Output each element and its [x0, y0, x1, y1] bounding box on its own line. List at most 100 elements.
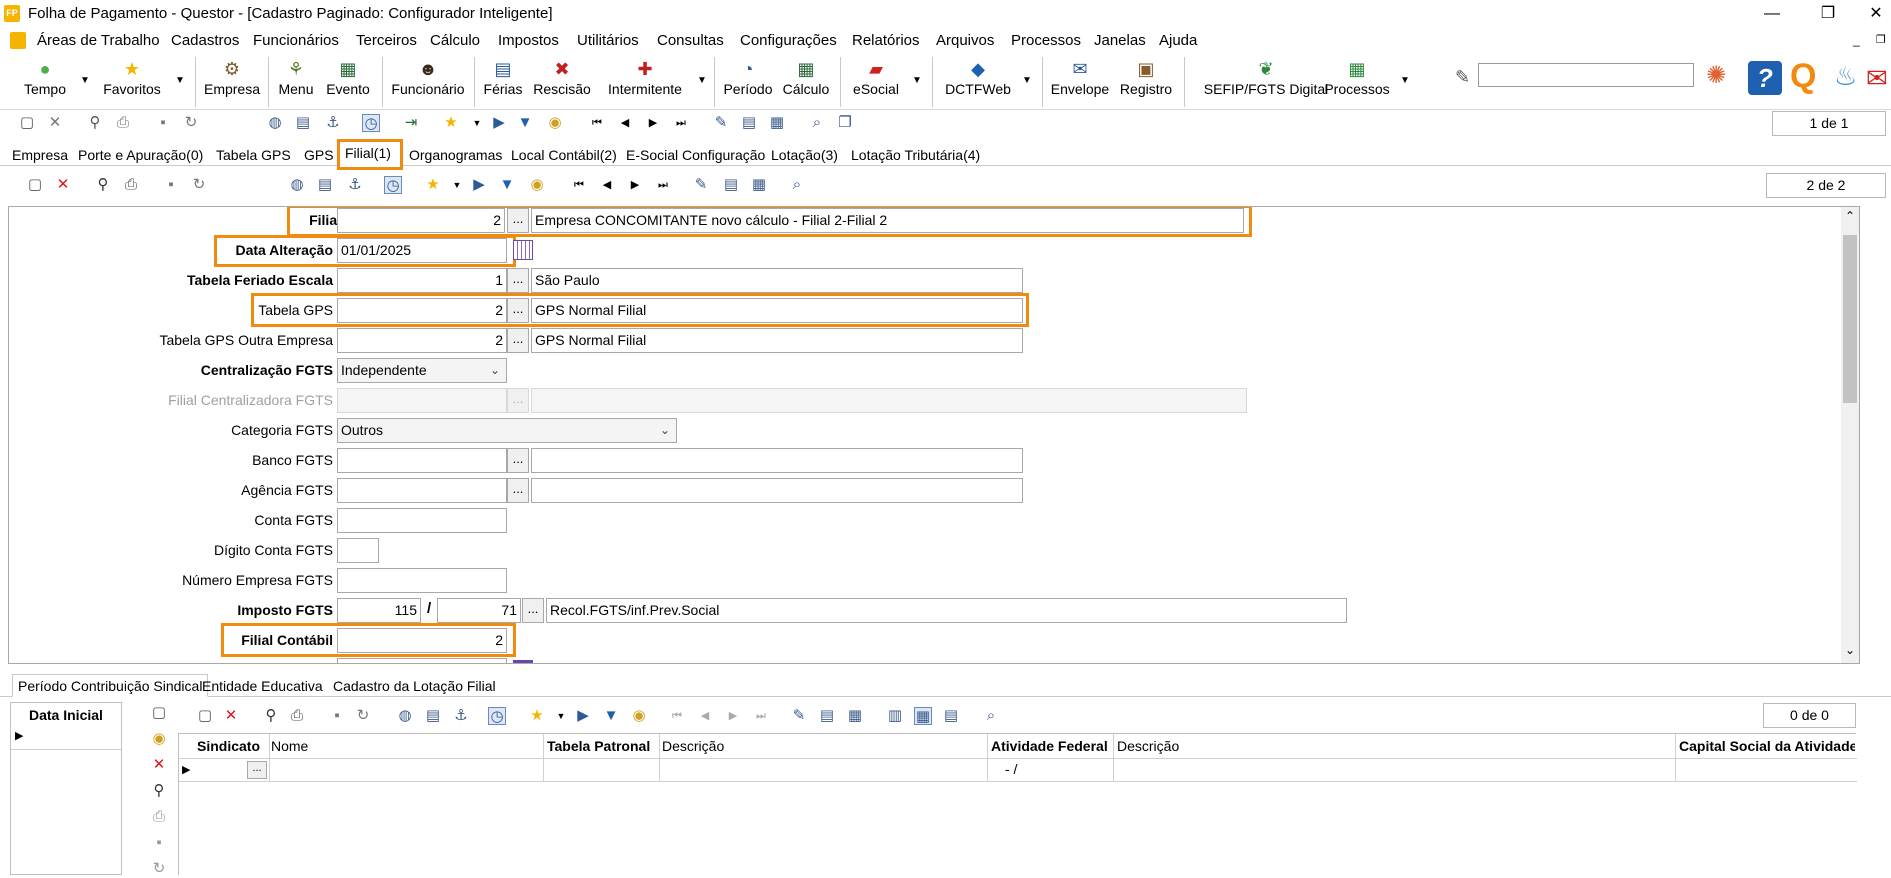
- agencia-code-field[interactable]: [337, 478, 507, 503]
- refresh-filter-icon[interactable]: ◉: [528, 176, 546, 194]
- imposto-code-field[interactable]: 115: [337, 598, 421, 623]
- tabela-feriado-lookup-button[interactable]: ...: [507, 268, 529, 293]
- close-button[interactable]: ✕: [1856, 2, 1891, 26]
- next-record-icon[interactable]: ▶: [626, 176, 644, 194]
- centralizacao-select[interactable]: Independente ⌄: [337, 358, 507, 383]
- scroll-down-icon[interactable]: ⌄: [1845, 643, 1855, 657]
- menu-areas-trabalho[interactable]: Áreas de Trabalho: [37, 32, 160, 49]
- tab-esocial-configuracao[interactable]: E-Social Configuração: [620, 143, 771, 166]
- print-icon[interactable]: ⎙: [288, 707, 306, 725]
- refresh-icon[interactable]: ↻: [182, 114, 200, 132]
- scroll-up-icon[interactable]: ⌃: [1845, 209, 1855, 223]
- save-icon[interactable]: ▪: [162, 176, 180, 194]
- grid-icon[interactable]: ▤: [316, 176, 334, 194]
- delete-record-icon[interactable]: ✕: [54, 176, 72, 194]
- preview-icon[interactable]: ⌕: [788, 176, 806, 194]
- prev-record-icon[interactable]: ◀: [598, 176, 616, 194]
- tab-entidade-educativa[interactable]: Entidade Educativa: [196, 674, 329, 697]
- save-icon[interactable]: ▪: [150, 834, 168, 852]
- banco-lookup-button[interactable]: ...: [507, 448, 529, 473]
- filter-icon[interactable]: ▼: [602, 707, 620, 725]
- filter-icon[interactable]: ▼: [498, 176, 516, 194]
- menu-arquivos[interactable]: Arquivos: [936, 32, 994, 49]
- tabela-gps-outra-code-field[interactable]: 2: [337, 328, 507, 353]
- tab-lotacao-tributaria[interactable]: Lotação Tributária(4): [845, 143, 986, 166]
- tabela-gps-lookup-button[interactable]: ...: [507, 298, 529, 323]
- ferias-button[interactable]: ▤ Férias: [480, 59, 526, 107]
- drop-icon[interactable]: ♨: [1834, 61, 1857, 92]
- tab-local-contabil[interactable]: Local Contábil(2): [505, 143, 623, 166]
- dctfweb-dropdown-icon[interactable]: ▼: [1022, 75, 1032, 86]
- banco-code-field[interactable]: [337, 448, 507, 473]
- last-record-icon[interactable]: ⏭: [752, 707, 770, 725]
- paint-icon[interactable]: ✎: [1455, 67, 1470, 88]
- scroll-thumb[interactable]: [1843, 235, 1857, 403]
- periodo-button[interactable]: ◔ Período: [720, 59, 776, 107]
- tab-organogramas[interactable]: Organogramas: [403, 143, 508, 166]
- delete-record-icon[interactable]: ✕: [46, 114, 64, 132]
- refresh-filter-icon[interactable]: ◉: [546, 114, 564, 132]
- new-record-icon[interactable]: ▢: [26, 176, 44, 194]
- tab-lotacao[interactable]: Lotação(3): [765, 143, 844, 166]
- data-alteracao-field[interactable]: 01/01/2025: [337, 238, 507, 263]
- find-icon[interactable]: ⚲: [86, 114, 104, 132]
- categoria-select[interactable]: Outros ⌄: [337, 418, 677, 443]
- agencia-lookup-button[interactable]: ...: [507, 478, 529, 503]
- menu-cadastros[interactable]: Cadastros: [171, 32, 239, 49]
- envelope-button[interactable]: ✉ Envelope: [1050, 59, 1110, 107]
- refresh-icon[interactable]: ↻: [150, 860, 168, 878]
- delete-record-icon[interactable]: ✕: [150, 756, 168, 774]
- help-icon[interactable]: ?: [1748, 61, 1782, 95]
- timer-icon[interactable]: ◷: [384, 176, 402, 194]
- conta-field[interactable]: [337, 508, 507, 533]
- menu-calculo[interactable]: Cálculo: [430, 32, 480, 49]
- filter-icon[interactable]: ▼: [516, 114, 534, 132]
- report-export-icon[interactable]: ▦: [768, 114, 786, 132]
- prev-record-icon[interactable]: ◀: [616, 114, 634, 132]
- tabela-gps-outra-lookup-button[interactable]: ...: [507, 328, 529, 353]
- funcionario-button[interactable]: ☻ Funcionário: [388, 59, 468, 107]
- bookmark-icon[interactable]: ▶: [470, 176, 488, 194]
- edit-icon[interactable]: ✎: [790, 707, 808, 725]
- toolbar-search-input[interactable]: [1478, 63, 1694, 87]
- edit-icon[interactable]: ✎: [712, 114, 730, 132]
- new-record-icon[interactable]: ▢: [18, 114, 36, 132]
- processos-dropdown-icon[interactable]: ▼: [1400, 75, 1410, 86]
- mail-icon[interactable]: ✉: [1866, 63, 1888, 94]
- next-record-icon[interactable]: ▶: [724, 707, 742, 725]
- mdi-minimize-icon[interactable]: _: [1853, 33, 1860, 47]
- evento-button[interactable]: ▦ Evento: [322, 59, 374, 107]
- copy-icon[interactable]: ❐: [836, 114, 854, 132]
- atividade-federal-cell[interactable]: - /: [1005, 761, 1017, 777]
- anchor-icon[interactable]: ⚓: [452, 707, 470, 725]
- print-icon[interactable]: ⎙: [114, 114, 132, 132]
- esocial-button[interactable]: ▰ eSocial: [846, 59, 906, 107]
- favorite-icon[interactable]: ★: [528, 707, 546, 725]
- digito-field[interactable]: [337, 538, 379, 563]
- menu-configuracoes[interactable]: Configurações: [740, 32, 837, 49]
- processos-button[interactable]: ▦ Processos: [1320, 59, 1394, 107]
- menu-utilitarios[interactable]: Utilitários: [577, 32, 639, 49]
- new-record-icon[interactable]: ▢: [150, 704, 168, 722]
- rescisao-button[interactable]: ✖ Rescisão: [532, 59, 592, 107]
- export-icon[interactable]: ⇥: [402, 114, 420, 132]
- save-icon[interactable]: ▪: [328, 707, 346, 725]
- minimize-button[interactable]: —: [1752, 2, 1792, 26]
- last-record-icon[interactable]: ⏭: [672, 114, 690, 132]
- find-icon[interactable]: ⚲: [150, 782, 168, 800]
- menu-terceiros[interactable]: Terceiros: [356, 32, 417, 49]
- menu-janelas[interactable]: Janelas: [1094, 32, 1146, 49]
- grid-icon[interactable]: ▤: [424, 707, 442, 725]
- tab-filial[interactable]: Filial(1): [337, 139, 403, 170]
- menu-consultas[interactable]: Consultas: [657, 32, 724, 49]
- tab-empresa[interactable]: Empresa: [6, 143, 74, 166]
- menu-funcionarios[interactable]: Funcionários: [253, 32, 339, 49]
- report-export-icon[interactable]: ▦: [846, 707, 864, 725]
- find-icon[interactable]: ⚲: [94, 176, 112, 194]
- tab-tabela-gps[interactable]: Tabela GPS: [210, 143, 297, 166]
- first-record-icon[interactable]: ⏮: [588, 114, 606, 132]
- favoritos-dropdown-icon[interactable]: ▼: [175, 75, 185, 86]
- calendar-icon[interactable]: [513, 240, 533, 260]
- tabela-feriado-code-field[interactable]: 1: [337, 268, 507, 293]
- restore-button[interactable]: ❐: [1808, 2, 1848, 26]
